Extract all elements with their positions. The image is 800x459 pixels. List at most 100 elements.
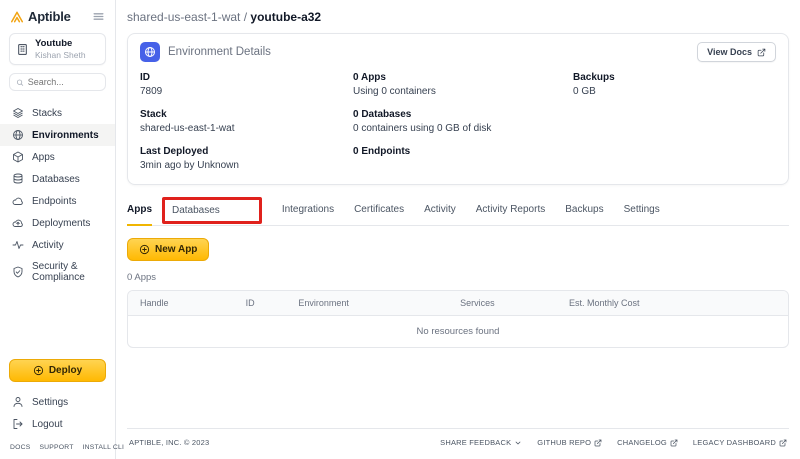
deploy-button[interactable]: Deploy: [9, 359, 106, 382]
external-link-icon: [594, 439, 602, 446]
search-icon: [16, 79, 24, 86]
field-apps-count: 0 Apps Using 0 containers: [353, 72, 573, 97]
tab-apps[interactable]: Apps: [127, 198, 152, 226]
sidebar-item-security-compliance[interactable]: Security & Compliance: [0, 256, 115, 288]
environment-details-title: Environment Details: [168, 46, 271, 58]
tab-certificates[interactable]: Certificates: [354, 198, 404, 225]
settings-label: Settings: [32, 396, 69, 408]
shield-check-icon: [13, 266, 23, 278]
sidebar-bottom-links: DOCS SUPPORT INSTALL CLI: [0, 435, 124, 451]
globe-icon: [13, 130, 23, 140]
sidebar-item-stacks[interactable]: Stacks: [0, 102, 115, 124]
tab-databases[interactable]: Databases: [172, 202, 220, 219]
field-label: 0 Databases: [353, 109, 412, 120]
sidebar-item-settings[interactable]: Settings: [0, 391, 115, 413]
sidebar-item-environments[interactable]: Environments: [0, 124, 115, 146]
field-label: Backups: [573, 72, 615, 83]
pulse-icon: [12, 241, 24, 249]
field-id: ID 7809: [140, 72, 353, 97]
column-header-id: ID: [245, 298, 255, 308]
plus-circle-icon: [33, 365, 43, 376]
hamburger-menu-icon[interactable]: [92, 10, 105, 23]
field-value: 0 GB: [573, 86, 596, 97]
breadcrumb-separator: /: [240, 10, 251, 24]
field-backups: Backups 0 GB: [573, 72, 776, 97]
changelog-link[interactable]: CHANGELOG: [617, 438, 678, 447]
share-feedback-link[interactable]: SHARE FEEDBACK: [440, 438, 522, 447]
field-last-deployed: Last Deployed 3min ago by Unknown: [140, 146, 353, 171]
sidebar-item-label: Databases: [32, 173, 80, 185]
tab-backups[interactable]: Backups: [565, 198, 603, 225]
cloud-icon: [12, 197, 23, 205]
field-label: 0 Endpoints: [353, 146, 411, 157]
sidebar-item-deployments[interactable]: Deployments: [0, 212, 115, 234]
field-endpoints-count: 0 Endpoints: [353, 146, 573, 163]
legacy-dashboard-label: LEGACY DASHBOARD: [692, 438, 776, 447]
support-link[interactable]: SUPPORT: [39, 444, 73, 451]
field-value: 0 containers using 0 GB of disk: [353, 123, 492, 134]
field-stack: Stack shared-us-east-1-wat: [140, 109, 353, 134]
view-docs-button[interactable]: View Docs: [697, 42, 776, 62]
main-spacer: [127, 348, 789, 428]
apps-count-label: 0 Apps: [127, 272, 157, 283]
person-icon: [13, 397, 23, 407]
cube-icon: [13, 151, 23, 163]
annotation-highlight-box: Databases: [162, 197, 262, 224]
external-link-icon: [779, 439, 787, 446]
environment-globe-icon: [140, 42, 160, 62]
chevron-down-icon: [515, 441, 521, 444]
github-repo-link[interactable]: GITHUB REPO: [537, 438, 602, 447]
cloud-upload-icon: [12, 219, 23, 227]
apps-table-header-row: Handle ID Environment Services Est. Mont…: [128, 291, 788, 316]
stacks-icon: [13, 108, 23, 118]
sidebar-item-databases[interactable]: Databases: [0, 168, 115, 190]
breadcrumb-current: youtube-a32: [250, 10, 322, 24]
sidebar-item-apps[interactable]: Apps: [0, 146, 115, 168]
column-header-environment: Environment: [298, 298, 349, 308]
new-app-label: New App: [155, 244, 198, 255]
sidebar-item-activity[interactable]: Activity: [0, 234, 115, 256]
empty-state-message: No resources found: [416, 326, 500, 337]
sidebar-nav: Stacks Environments Apps Databases Endpo…: [0, 102, 115, 288]
environment-fields: ID 7809 Stack shared-us-east-1-wat Last …: [140, 72, 776, 171]
external-link-icon: [757, 48, 766, 56]
org-name: Youtube: [35, 38, 73, 49]
column-header-handle: Handle: [140, 298, 169, 308]
breadcrumb-parent[interactable]: shared-us-east-1-wat: [127, 10, 240, 24]
docs-link[interactable]: DOCS: [10, 444, 30, 451]
deploy-label: Deploy: [48, 365, 83, 376]
sidebar-item-label: Deployments: [32, 217, 91, 229]
sidebar-item-endpoints[interactable]: Endpoints: [0, 190, 115, 212]
sidebar-item-logout[interactable]: Logout: [0, 413, 115, 435]
legacy-dashboard-link[interactable]: LEGACY DASHBOARD: [693, 438, 787, 447]
org-user: Kishan Sheth: [35, 50, 86, 60]
tab-settings[interactable]: Settings: [624, 198, 660, 225]
organization-icon: [16, 43, 29, 56]
apps-table: Handle ID Environment Services Est. Mont…: [127, 290, 789, 348]
search-input[interactable]: [27, 77, 99, 87]
field-value: [353, 160, 573, 163]
field-value: 3min ago by Unknown: [140, 160, 239, 171]
field-label: 0 Apps: [353, 72, 386, 83]
field-databases-count: 0 Databases 0 containers using 0 GB of d…: [353, 109, 573, 134]
field-label: ID: [140, 72, 150, 83]
new-app-button[interactable]: New App: [127, 238, 210, 261]
share-feedback-label: SHARE FEEDBACK: [440, 438, 512, 447]
sidebar-search[interactable]: [9, 73, 106, 91]
org-selector[interactable]: Youtube Kishan Sheth: [9, 33, 106, 65]
field-value: Using 0 containers: [353, 86, 436, 97]
tab-activity[interactable]: Activity: [424, 198, 456, 225]
field-value: shared-us-east-1-wat: [140, 123, 235, 134]
field-value: 7809: [140, 86, 163, 97]
breadcrumb: shared-us-east-1-wat / youtube-a32: [127, 8, 789, 33]
tab-activity-reports[interactable]: Activity Reports: [476, 198, 545, 225]
environment-details-header: Environment Details View Docs: [140, 42, 776, 62]
tab-integrations[interactable]: Integrations: [282, 198, 334, 225]
logout-label: Logout: [32, 418, 63, 430]
footer-links: SHARE FEEDBACK GITHUB REPO CHANGELOG LEG…: [440, 438, 787, 447]
external-link-icon: [670, 439, 678, 446]
sidebar-item-label: Stacks: [32, 107, 63, 119]
field-label: Stack: [140, 109, 167, 120]
logo-row: Aptible: [0, 9, 115, 24]
